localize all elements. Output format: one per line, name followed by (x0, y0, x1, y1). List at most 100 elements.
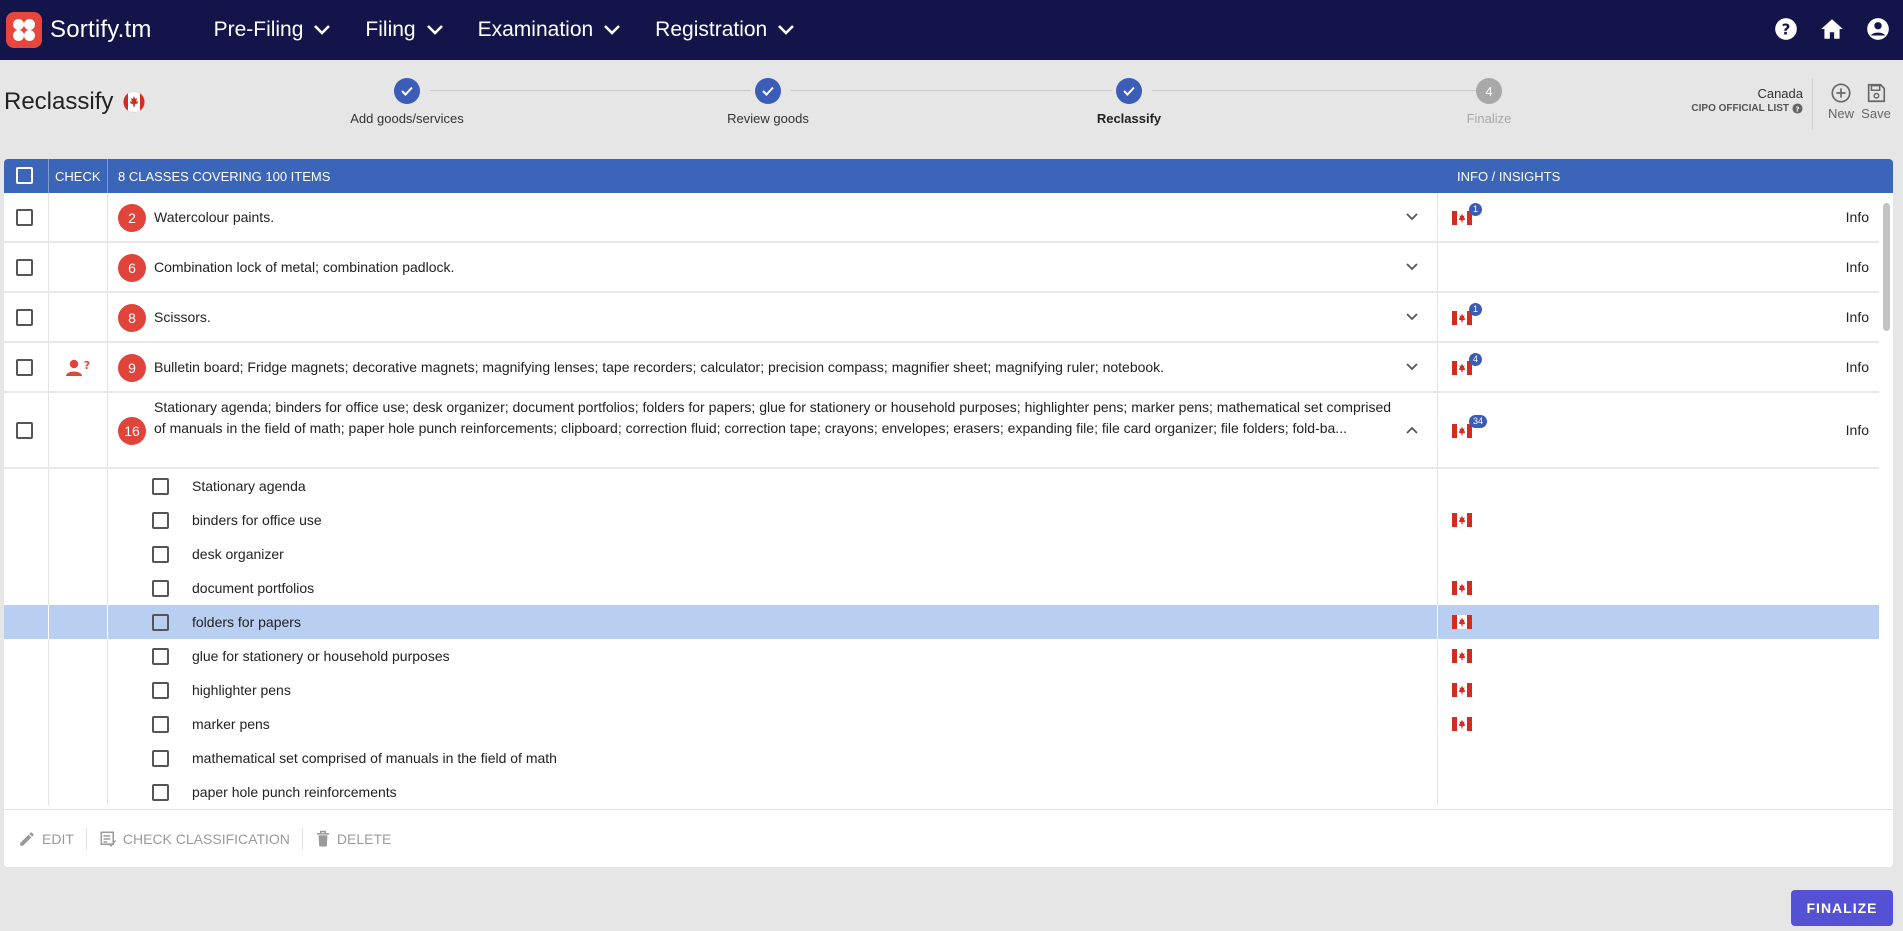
sub-item-checkbox[interactable] (152, 682, 169, 699)
app-logo[interactable]: Sortify.tm (6, 12, 152, 48)
chevron-down-icon[interactable] (1404, 361, 1420, 373)
sub-item-row[interactable]: marker pens (4, 707, 1879, 741)
info-link[interactable]: Info (1846, 359, 1869, 375)
chevron-down-icon (604, 25, 621, 35)
sub-item-text: mathematical set comprised of manuals in… (192, 750, 557, 766)
row-checkbox[interactable] (16, 309, 33, 326)
account-icon[interactable] (1865, 16, 1891, 42)
page-header: Reclassify Add goods/services Review goo… (0, 60, 1903, 156)
sub-item-text: document portfolios (192, 580, 315, 596)
row-checkbox[interactable] (16, 259, 33, 276)
table-scrollbar[interactable] (1883, 203, 1890, 331)
help-icon[interactable]: ? (1792, 103, 1803, 114)
sub-item-checkbox[interactable] (152, 512, 169, 529)
sub-item-text: marker pens (192, 716, 270, 732)
sub-item-checkbox[interactable] (152, 478, 169, 495)
select-all-checkbox[interactable] (16, 167, 33, 184)
sub-item-text: highlighter pens (192, 682, 291, 698)
sub-item-row[interactable]: paper hole punch reinforcements (4, 775, 1879, 805)
class-description: Stationary agenda; binders for office us… (154, 399, 1392, 436)
nav-examination[interactable]: Examination (478, 18, 622, 42)
home-icon[interactable] (1819, 16, 1845, 42)
sub-item-text: Stationary agenda (192, 478, 306, 494)
class-number-badge: 2 (118, 204, 146, 232)
step-add-goods[interactable]: Add goods/services (307, 78, 507, 126)
country-selector[interactable]: Canada CIPO OFFICIAL LIST ? (1691, 86, 1803, 114)
sub-item-text: paper hole punch reinforcements (192, 784, 397, 800)
delete-button[interactable]: DELETE (303, 828, 403, 850)
table-row[interactable]: 2 Watercolour paints. 1 Info (4, 193, 1879, 243)
sub-item-checkbox[interactable] (152, 784, 169, 801)
table-header: CHECK 8 CLASSES COVERING 100 ITEMS INFO … (4, 159, 1893, 193)
row-checkbox[interactable] (16, 209, 33, 226)
step-finalize[interactable]: 4 Finalize (1389, 78, 1589, 126)
canada-flag-icon (1452, 683, 1472, 697)
help-icon[interactable]: ? (1773, 16, 1799, 42)
sub-item-checkbox[interactable] (152, 716, 169, 733)
class-description: Bulletin board; Fridge magnets; decorati… (154, 359, 1165, 375)
check-icon (1116, 78, 1142, 104)
edit-button[interactable]: EDIT (14, 827, 87, 850)
sub-item-checkbox[interactable] (152, 546, 169, 563)
save-icon (1867, 83, 1886, 103)
info-link[interactable]: Info (1846, 259, 1869, 275)
save-button[interactable]: Save (1861, 82, 1891, 121)
table-row[interactable]: 8 Scissors. 1 Info (4, 293, 1879, 343)
new-button[interactable]: New (1826, 82, 1856, 121)
canada-flag-icon (1452, 513, 1472, 527)
chevron-down-icon (426, 25, 443, 35)
sub-item-row[interactable]: highlighter pens (4, 673, 1879, 707)
info-link[interactable]: Info (1846, 209, 1869, 225)
sub-item-checkbox[interactable] (152, 580, 169, 597)
sub-item-row-selected[interactable]: folders for papers (4, 605, 1879, 639)
svg-text:?: ? (1782, 20, 1791, 38)
nav-registration[interactable]: Registration (655, 18, 795, 42)
nav-pre-filing[interactable]: Pre-Filing (214, 18, 332, 42)
user-question-icon[interactable]: ? (65, 358, 93, 378)
sub-item-row[interactable]: binders for office use (4, 503, 1879, 537)
check-icon (394, 78, 420, 104)
logo-icon (6, 12, 42, 48)
flag-count-badge: 1 (1469, 303, 1483, 316)
sub-item-text: desk organizer (192, 546, 284, 562)
class-description: Watercolour paints. (154, 209, 275, 225)
header-divider (1812, 78, 1813, 130)
sub-item-checkbox[interactable] (152, 750, 169, 767)
chevron-down-icon (314, 25, 331, 35)
header-classes: 8 CLASSES COVERING 100 ITEMS (118, 168, 331, 184)
sub-item-row[interactable]: mathematical set comprised of manuals in… (4, 741, 1879, 775)
sub-item-row[interactable]: Stationary agenda (4, 469, 1879, 503)
chevron-up-icon[interactable] (1404, 424, 1420, 436)
sub-item-checkbox[interactable] (152, 614, 169, 631)
canada-flag-icon (1452, 581, 1472, 595)
sub-item-text: glue for stationery or household purpose… (192, 648, 450, 664)
canada-flag-icon (1452, 424, 1472, 438)
chevron-down-icon (778, 25, 795, 35)
table-row[interactable]: 6 Combination lock of metal; combination… (4, 243, 1879, 293)
step-reclassify[interactable]: Reclassify (1029, 78, 1229, 126)
finalize-button[interactable]: FINALIZE (1791, 890, 1893, 926)
sub-item-row[interactable]: document portfolios (4, 571, 1879, 605)
progress-stepper: Add goods/services Review goods Reclassi… (0, 60, 1903, 156)
canada-flag-icon (1452, 649, 1472, 663)
table-row-expanded[interactable]: 16 Stationary agenda; binders for office… (4, 393, 1879, 469)
class-number-badge: 6 (118, 254, 146, 282)
check-classification-button[interactable]: CHECK CLASSIFICATION (87, 827, 303, 850)
info-link[interactable]: Info (1846, 309, 1869, 325)
row-checkbox[interactable] (16, 422, 33, 439)
chevron-down-icon[interactable] (1404, 311, 1420, 323)
table-row[interactable]: ? 9 Bulletin board; Fridge magnets; deco… (4, 343, 1879, 393)
class-description: Scissors. (154, 309, 211, 325)
sub-item-row[interactable]: glue for stationery or household purpose… (4, 639, 1879, 673)
sub-item-row[interactable]: desk organizer (4, 537, 1879, 571)
step-number: 4 (1476, 78, 1502, 104)
chevron-down-icon[interactable] (1404, 261, 1420, 273)
row-checkbox[interactable] (16, 359, 33, 376)
sub-item-checkbox[interactable] (152, 648, 169, 665)
sub-item-text: binders for office use (192, 512, 322, 528)
info-link[interactable]: Info (1846, 422, 1869, 438)
header-check: CHECK (55, 168, 101, 184)
nav-filing[interactable]: Filing (365, 18, 443, 42)
step-review-goods[interactable]: Review goods (668, 78, 868, 126)
chevron-down-icon[interactable] (1404, 211, 1420, 223)
